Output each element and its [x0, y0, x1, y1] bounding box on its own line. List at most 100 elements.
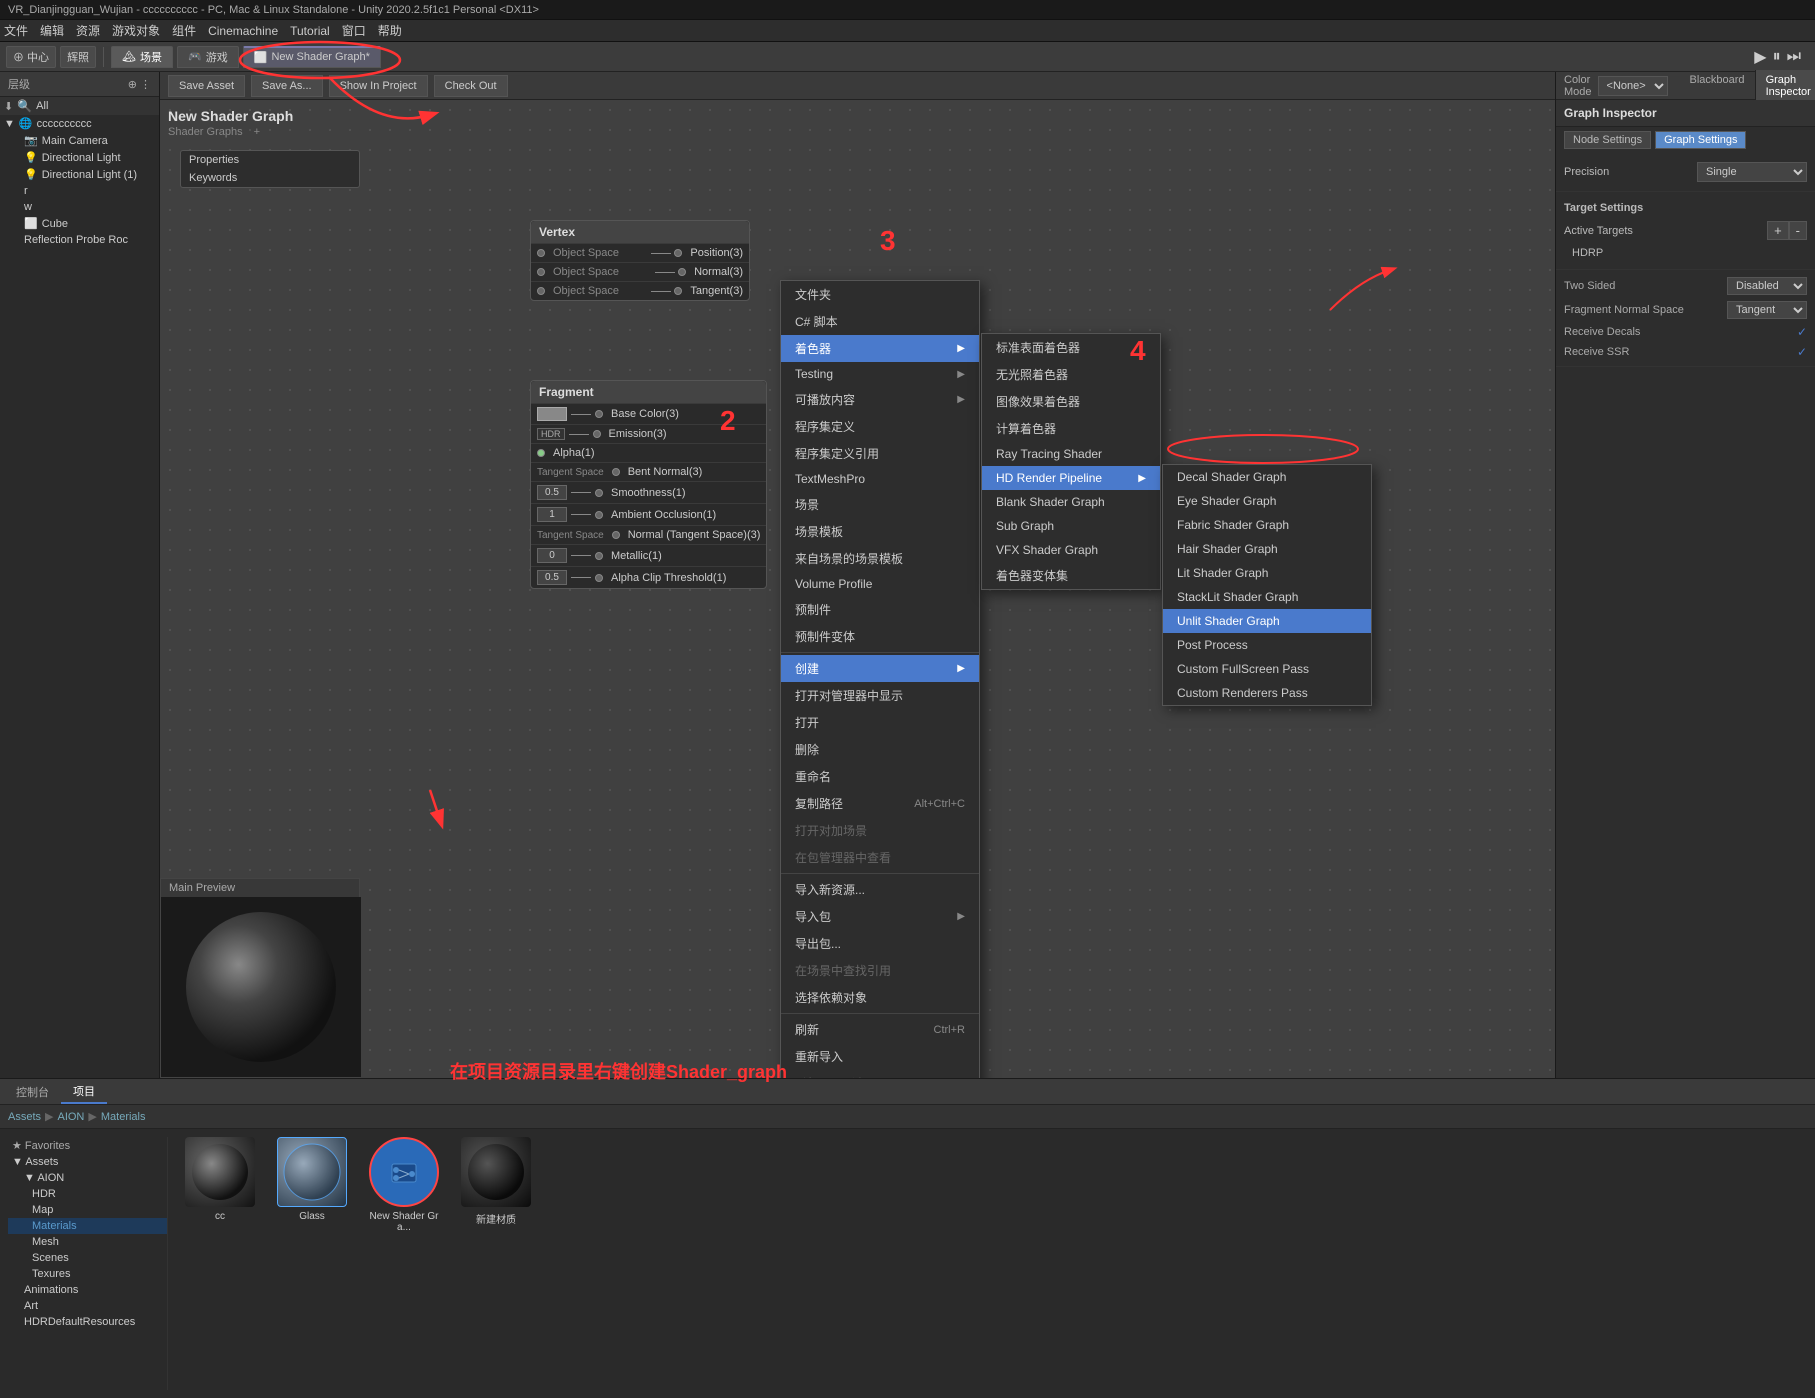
hierarchy-item-cube[interactable]: ⬜ Cube [0, 215, 159, 232]
menu-item-file[interactable]: 文件 [4, 22, 28, 39]
context-menu-overlay[interactable]: 文件夹 C# 脚本 着色器 ▶ 标准表面着色器 无光照着色器 图像效果着色器 计… [160, 100, 1555, 1078]
hierarchy-item-dirlight[interactable]: 💡 Directional Light [0, 149, 159, 166]
ctx-copy-path[interactable]: 复制路径 Alt+Ctrl+C [781, 790, 979, 817]
menu-item-edit[interactable]: 编辑 [40, 22, 64, 39]
ctx-scene[interactable]: 场景 [781, 491, 979, 518]
sub-subgraph[interactable]: Sub Graph [982, 514, 1160, 538]
menu-item-gameobject[interactable]: 游戏对象 [112, 22, 160, 39]
ctx-testing[interactable]: Testing ▶ [781, 362, 979, 386]
texures-tree-item[interactable]: Texures [8, 1266, 167, 1282]
map-tree-item[interactable]: Map [8, 1202, 167, 1218]
ctx-reimport-all[interactable]: 重新导入所有 [781, 1070, 979, 1078]
bc-materials[interactable]: Materials [101, 1111, 146, 1123]
console-tab[interactable]: 控制台 [4, 1081, 61, 1103]
ctx-shader[interactable]: 着色器 ▶ 标准表面着色器 无光照着色器 图像效果着色器 计算着色器 Ray T… [781, 335, 979, 362]
save-as-btn[interactable]: Save As... [251, 75, 323, 97]
hd-custom-fullscreen[interactable]: Custom FullScreen Pass [1163, 657, 1371, 681]
ctx-assembly-ref[interactable]: 程序集定义引用 [781, 440, 979, 467]
assets-tree-item[interactable]: ▼ Assets [8, 1154, 167, 1170]
ctx-show-in-explorer[interactable]: 打开对管理器中显示 [781, 682, 979, 709]
ctx-scene-from-scene[interactable]: 来自场景的场景模板 [781, 545, 979, 572]
project-tab[interactable]: 项目 [61, 1080, 107, 1104]
ctx-scene-template[interactable]: 场景模板 [781, 518, 979, 545]
sub-blank[interactable]: Blank Shader Graph [982, 490, 1160, 514]
ctx-csharp[interactable]: C# 脚本 [781, 308, 979, 335]
tab-scene[interactable]: 🏔 场景 [111, 46, 173, 68]
bc-assets[interactable]: Assets [8, 1111, 41, 1123]
menu-item-window[interactable]: 窗口 [342, 22, 366, 39]
save-asset-btn[interactable]: Save Asset [168, 75, 245, 97]
asset-shader-graph[interactable]: New Shader Gra... [364, 1137, 444, 1390]
menu-item-assets[interactable]: 资源 [76, 22, 100, 39]
pause-button[interactable]: ⏸ [1773, 48, 1781, 66]
materials-tree-item[interactable]: Materials [8, 1218, 167, 1234]
hd-lit[interactable]: Lit Shader Graph [1163, 561, 1371, 585]
ctx-textmeshpro[interactable]: TextMeshPro [781, 467, 979, 491]
tab-blackboard[interactable]: Blackboard [1680, 70, 1756, 102]
sub-ray-tracing[interactable]: Ray Tracing Shader [982, 442, 1160, 466]
ctx-rename[interactable]: 重命名 [781, 763, 979, 790]
sub-standard-surface[interactable]: 标准表面着色器 [982, 334, 1160, 361]
hd-post-process[interactable]: Post Process [1163, 633, 1371, 657]
check-out-btn[interactable]: Check Out [434, 75, 508, 97]
precision-dropdown[interactable]: Single [1697, 162, 1807, 182]
mesh-tree-item[interactable]: Mesh [8, 1234, 167, 1250]
art-tree-item[interactable]: Art [8, 1298, 167, 1314]
node-settings-tab[interactable]: Node Settings [1564, 131, 1651, 149]
hd-custom-renderers[interactable]: Custom Renderers Pass [1163, 681, 1371, 705]
sub-unlit[interactable]: 无光照着色器 [982, 361, 1160, 388]
aion-tree-item[interactable]: ▼ AION [8, 1170, 167, 1186]
hierarchy-item-dirlight1[interactable]: 💡 Directional Light (1) [0, 166, 159, 183]
hdrdefault-tree-item[interactable]: HDRDefaultResources [8, 1314, 167, 1330]
ctx-playable[interactable]: 可播放内容 ▶ [781, 386, 979, 413]
ctx-prefab[interactable]: 预制件 [781, 596, 979, 623]
hierarchy-item-reflection[interactable]: Reflection Probe Roc [0, 232, 159, 248]
hierarchy-item-camera[interactable]: 📷 Main Camera [0, 132, 159, 149]
hd-decal[interactable]: Decal Shader Graph [1163, 465, 1371, 489]
menu-item-help[interactable]: 帮助 [378, 22, 402, 39]
ctx-create[interactable]: 创建 ▶ [781, 655, 979, 682]
ctx-reimport[interactable]: 重新导入 [781, 1043, 979, 1070]
add-target-btn[interactable]: + [1767, 221, 1789, 240]
ctx-delete[interactable]: 删除 [781, 736, 979, 763]
menu-item-cinemachine[interactable]: Cinemachine [208, 24, 278, 38]
ctx-export-pkg[interactable]: 导出包... [781, 930, 979, 957]
ctx-prefab-variant[interactable]: 预制件变体 [781, 623, 979, 650]
hd-hair[interactable]: Hair Shader Graph [1163, 537, 1371, 561]
show-in-project-btn[interactable]: Show In Project [329, 75, 428, 97]
tab-shader-graph[interactable]: ⬜ New Shader Graph* [243, 46, 381, 68]
color-mode-select[interactable]: <None> [1598, 76, 1668, 96]
tab-graph-inspector[interactable]: Graph Inspector [1756, 70, 1815, 102]
ctx-volume-profile[interactable]: Volume Profile [781, 572, 979, 596]
graph-settings-tab[interactable]: Graph Settings [1655, 131, 1746, 149]
remove-target-btn[interactable]: - [1789, 221, 1807, 240]
hd-stacklit[interactable]: StackLit Shader Graph [1163, 585, 1371, 609]
sub-image-effect[interactable]: 图像效果着色器 [982, 388, 1160, 415]
all-filter[interactable]: ⬇ [4, 100, 13, 113]
sub-compute[interactable]: 计算着色器 [982, 415, 1160, 442]
scenes-tree-item[interactable]: Scenes [8, 1250, 167, 1266]
two-sided-dropdown[interactable]: Disabled [1727, 277, 1807, 295]
sub-vfx[interactable]: VFX Shader Graph [982, 538, 1160, 562]
hd-eye[interactable]: Eye Shader Graph [1163, 489, 1371, 513]
hierarchy-item-w[interactable]: w [0, 199, 159, 215]
hierarchy-item-r[interactable]: r [0, 183, 159, 199]
asset-glass[interactable]: Glass [272, 1137, 352, 1390]
hdr-tree-item[interactable]: HDR [8, 1186, 167, 1202]
asset-new-material[interactable]: 新建材质 [456, 1137, 536, 1390]
ctx-import-new[interactable]: 导入新资源... [781, 876, 979, 903]
ctx-open[interactable]: 打开 [781, 709, 979, 736]
asset-cc[interactable]: cc [180, 1137, 260, 1390]
bc-aion[interactable]: AION [57, 1111, 84, 1123]
tangent-dropdown[interactable]: Tangent [1727, 301, 1807, 319]
hdrp-item[interactable]: HDRP [1564, 243, 1807, 263]
toolbar-center[interactable]: ⊕ 中心 [6, 46, 56, 68]
step-button[interactable]: ⏭ [1787, 48, 1801, 66]
ctx-import-pkg[interactable]: 导入包 ▶ [781, 903, 979, 930]
hierarchy-root[interactable]: ▼ 🌐 cccccccccc [0, 115, 159, 132]
play-button[interactable]: ▶ [1754, 47, 1766, 67]
hd-fabric[interactable]: Fabric Shader Graph [1163, 513, 1371, 537]
ctx-refresh[interactable]: 刷新 Ctrl+R [781, 1016, 979, 1043]
tab-game[interactable]: 🎮 游戏 [177, 46, 239, 68]
toolbar-glow[interactable]: 辉照 [60, 46, 96, 68]
